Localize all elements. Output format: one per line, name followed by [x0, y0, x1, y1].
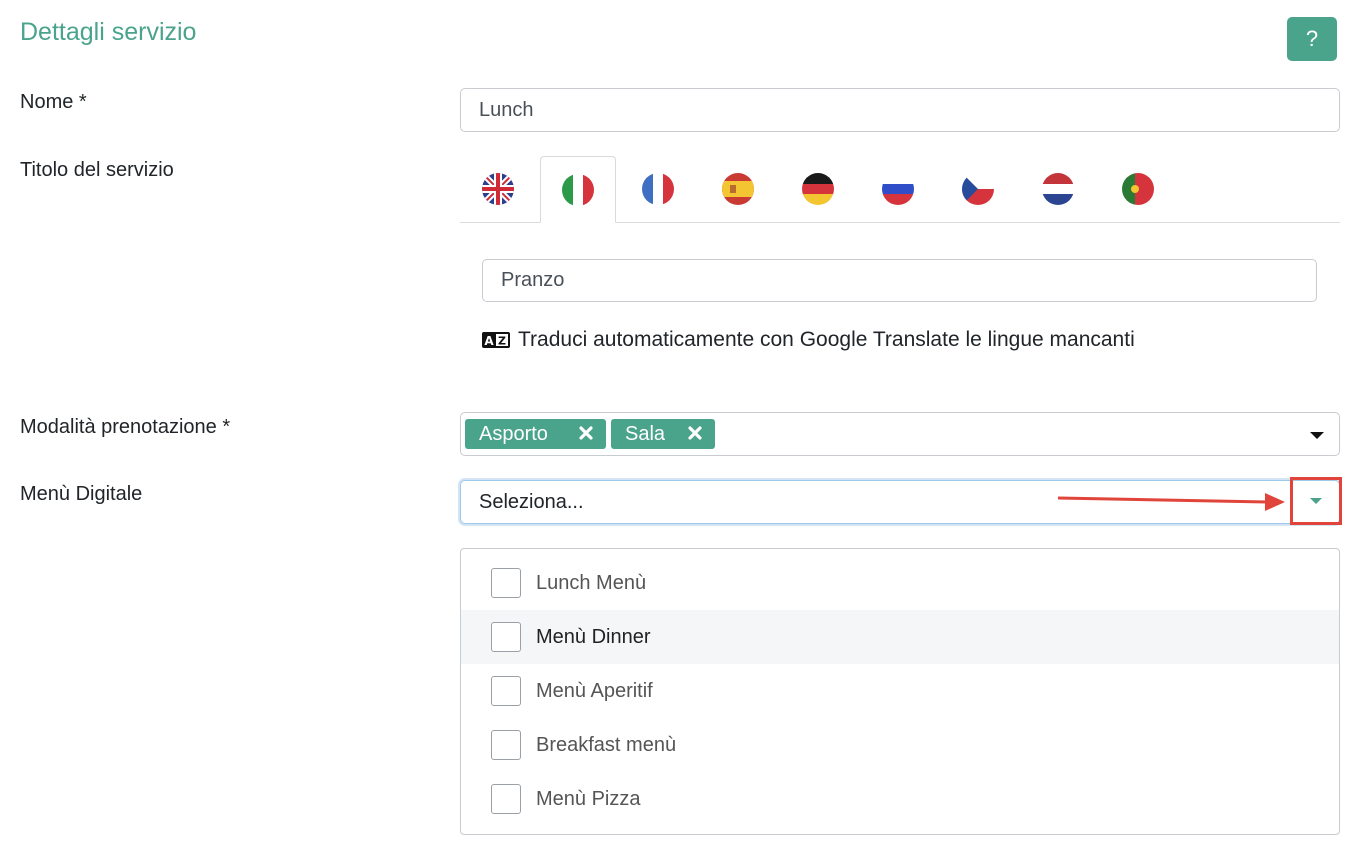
- auto-translate-link[interactable]: A Z Traduci automaticamente con Google T…: [482, 328, 1135, 352]
- menu-digitale-options: Lunch Menù Menù Dinner Menù Aperitif Bre…: [460, 548, 1340, 835]
- checkbox[interactable]: [491, 676, 521, 706]
- menu-digitale-placeholder: Seleziona...: [479, 490, 584, 513]
- tab-lang-ru[interactable]: [860, 156, 936, 223]
- checkbox[interactable]: [491, 784, 521, 814]
- option-breakfast-menu[interactable]: Breakfast menù: [461, 718, 1339, 772]
- nome-label: Nome *: [20, 91, 87, 113]
- option-menu-pizza[interactable]: Menù Pizza: [461, 772, 1339, 826]
- tab-lang-es[interactable]: [700, 156, 776, 223]
- option-label: Breakfast menù: [536, 733, 677, 756]
- option-label: Menù Pizza: [536, 787, 641, 810]
- tab-lang-it[interactable]: [540, 156, 616, 223]
- checkbox[interactable]: [491, 622, 521, 652]
- netherlands-flag-icon: [1042, 173, 1074, 205]
- menu-digitale-label: Menù Digitale: [20, 483, 143, 505]
- svg-text:Z: Z: [498, 335, 506, 348]
- remove-tag-icon[interactable]: [578, 425, 594, 441]
- spain-flag-icon: [722, 173, 754, 205]
- option-label: Menù Dinner: [536, 625, 651, 648]
- option-label: Menù Aperitif: [536, 679, 653, 702]
- translate-icon: A Z: [482, 332, 510, 348]
- annotation-arrow: [1057, 493, 1285, 511]
- help-button[interactable]: ?: [1287, 17, 1337, 61]
- tab-lang-pt[interactable]: [1100, 156, 1176, 223]
- tab-lang-en[interactable]: [460, 156, 536, 223]
- option-menu-aperitif[interactable]: Menù Aperitif: [461, 664, 1339, 718]
- tag-asporto: Asporto: [465, 419, 606, 449]
- czech-flag-icon: [962, 173, 994, 205]
- titolo-label: Titolo del servizio: [20, 159, 174, 181]
- tag-label: Asporto: [479, 422, 548, 445]
- tab-lang-de[interactable]: [780, 156, 856, 223]
- checkbox[interactable]: [491, 568, 521, 598]
- section-title: Dettagli servizio: [20, 18, 197, 46]
- tab-lang-nl[interactable]: [1020, 156, 1096, 223]
- option-label: Lunch Menù: [536, 571, 647, 594]
- modalita-select[interactable]: Asporto Sala: [460, 412, 1340, 456]
- auto-translate-text: Traduci automaticamente con Google Trans…: [518, 328, 1135, 351]
- portugal-flag-icon: [1122, 173, 1154, 205]
- modalita-label: Modalità prenotazione *: [20, 416, 231, 438]
- option-menu-dinner[interactable]: Menù Dinner: [461, 610, 1339, 664]
- italy-flag-icon: [562, 173, 594, 206]
- dropdown-toggle-highlight[interactable]: [1290, 477, 1342, 525]
- nome-input[interactable]: Lunch: [460, 88, 1340, 132]
- tab-lang-cz[interactable]: [940, 156, 1016, 223]
- france-flag-icon: [642, 173, 674, 205]
- chevron-down-icon[interactable]: [1310, 432, 1324, 439]
- checkbox[interactable]: [491, 730, 521, 760]
- russia-flag-icon: [882, 173, 914, 205]
- option-lunch-menu[interactable]: Lunch Menù: [461, 556, 1339, 610]
- tag-sala: Sala: [611, 419, 715, 449]
- chevron-down-icon: [1310, 498, 1322, 504]
- tab-lang-fr[interactable]: [620, 156, 696, 223]
- svg-text:A: A: [484, 334, 494, 348]
- tag-label: Sala: [625, 422, 666, 445]
- uk-flag-icon: [482, 173, 514, 205]
- titolo-input[interactable]: Pranzo: [482, 259, 1317, 302]
- germany-flag-icon: [802, 173, 834, 205]
- remove-tag-icon[interactable]: [687, 425, 703, 441]
